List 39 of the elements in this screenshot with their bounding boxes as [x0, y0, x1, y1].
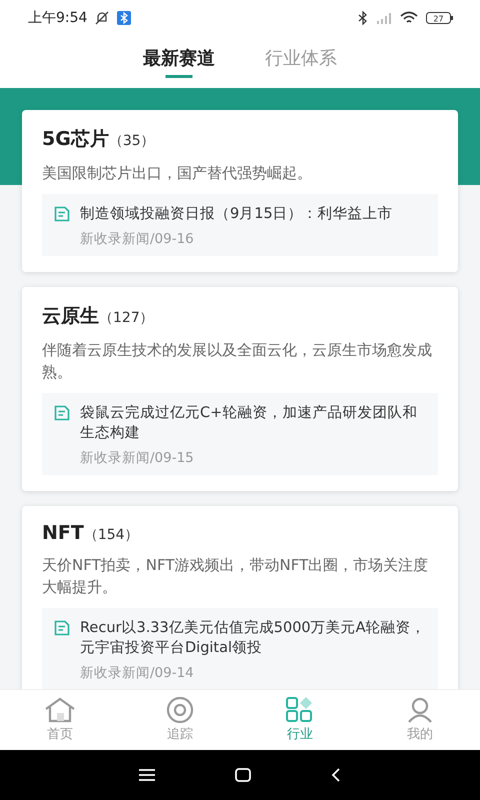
news-meta: 新收录新闻/09-16 — [80, 230, 195, 248]
signal-icon — [376, 12, 392, 24]
document-icon — [54, 206, 70, 222]
battery-icon: 27 — [426, 11, 454, 25]
home-button-icon[interactable] — [235, 768, 251, 782]
person-icon — [407, 697, 433, 723]
news-item[interactable]: Recur以3.33亿美元估值完成5000万美元A轮融资，元宇宙投资平台Digital领投 新收录新闻/09-14 — [42, 608, 438, 689]
card-title: 5G芯片 — [42, 127, 109, 152]
card-description: 天价NFT拍卖，NFT游戏频出，带动NFT出圈，市场关注度大幅提升。 — [42, 555, 430, 598]
eye-icon — [165, 697, 195, 723]
news-title: Recur以3.33亿美元估值完成5000万美元A轮融资，元宇宙投资平台Digital领投 — [80, 618, 426, 658]
document-icon — [54, 405, 70, 421]
document-icon — [54, 620, 70, 636]
news-item[interactable]: 袋鼠云完成过亿元C+轮融资，加速产品研发团队和生态构建 新收录新闻/09-15 — [42, 393, 438, 475]
news-item[interactable]: 制造领域投融资日报（9月15日）：利华益上市 新收录新闻/09-16 — [42, 194, 438, 256]
bluetooth-icon — [358, 11, 368, 25]
news-title: 制造领域投融资日报（9月15日）：利华益上市 — [80, 204, 393, 224]
card-count: （127） — [99, 309, 154, 327]
topic-card[interactable]: 5G芯片（35） 美国限制芯片出口，国产替代强势崛起。 制造领域投融资日报（9月15日）：利华益上市 新收录新闻/09-16 — [22, 110, 458, 272]
status-time: 上午9:54 — [28, 9, 88, 27]
back-icon[interactable] — [331, 768, 341, 782]
news-meta: 新收录新闻/09-15 — [80, 449, 195, 467]
card-count: （154） — [84, 527, 139, 544]
menu-icon[interactable] — [139, 769, 155, 781]
bell-off-icon — [95, 11, 110, 25]
news-title: 袋鼠云完成过亿元C+轮融资，加速产品研发团队和生态构建 — [80, 404, 418, 443]
topic-card[interactable]: NFT（154） 天价NFT拍卖，NFT游戏频出，带动NFT出圈，市场关注度大幅提升。 Recur以3.33亿美元估值完成5000万美元A轮融资，元宇宙投资平台Digital领投 新收录新闻/09-14 — [22, 506, 458, 689]
grid-icon — [286, 697, 314, 723]
bluetooth-icon — [117, 11, 132, 25]
card-description: 伴随着云原生技术的发展以及全面云化，云原生市场愈发成熟。 — [42, 340, 433, 383]
wifi-icon — [400, 11, 418, 25]
tab[interactable]: 最新赛道 — [143, 36, 215, 78]
card-title: 云原生 — [42, 304, 99, 329]
card-count: （35） — [108, 133, 155, 150]
card-description: 美国限制芯片出口，国产替代强势崛起。 — [42, 163, 313, 184]
news-meta: 新收录新闻/09-14 — [80, 664, 195, 682]
home-icon — [44, 697, 76, 723]
card-title: NFT — [42, 522, 84, 544]
topic-card[interactable]: 云原生（127） 伴随着云原生技术的发展以及全面云化，云原生市场愈发成熟。 袋鼠云完成过亿元C+轮融资，加速产品研发团队和生态构建 新收录新闻/09-15 — [22, 287, 458, 491]
